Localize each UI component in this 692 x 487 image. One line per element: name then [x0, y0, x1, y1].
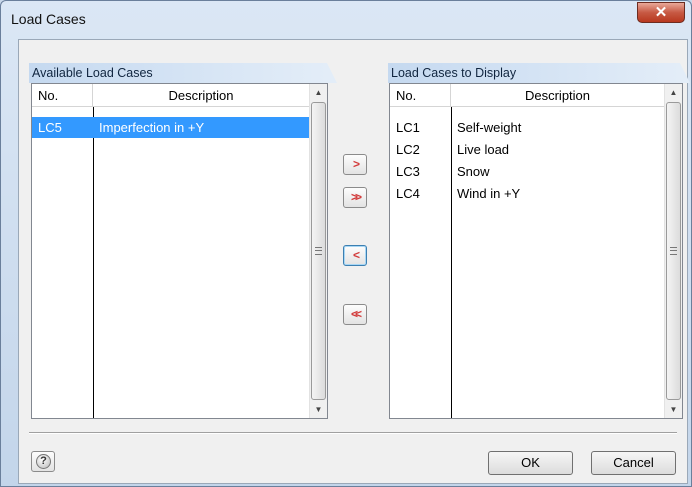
- row-description: Wind in +Y: [457, 186, 521, 201]
- row-no: LC1: [396, 120, 420, 135]
- row-description: Imperfection in +Y: [99, 120, 205, 135]
- scroll-up-arrow-icon[interactable]: ▲: [665, 84, 682, 101]
- display-list[interactable]: No. Description LC1 Self-weight LC2 Live…: [389, 83, 683, 419]
- list-item[interactable]: LC2 Live load: [390, 139, 664, 160]
- scroll-up-arrow-icon[interactable]: ▲: [310, 84, 327, 101]
- ok-button[interactable]: OK: [488, 451, 573, 475]
- column-header-description[interactable]: Description: [451, 84, 664, 107]
- load-cases-dialog: Load Cases ✕ Available Load Cases No. De…: [0, 0, 692, 487]
- column-header-no[interactable]: No.: [390, 84, 451, 107]
- close-button[interactable]: ✕: [637, 2, 685, 23]
- row-description: Snow: [457, 164, 490, 179]
- row-description: Live load: [457, 142, 510, 157]
- grip-icon: [315, 247, 322, 255]
- move-all-left-button[interactable]: <<: [343, 304, 367, 325]
- column-divider: [93, 107, 94, 418]
- available-list-header: No. Description: [32, 84, 309, 107]
- list-item[interactable]: LC3 Snow: [390, 161, 664, 182]
- move-all-right-button[interactable]: >>: [343, 187, 367, 208]
- dialog-title: Load Cases: [11, 11, 86, 27]
- display-group-header: Load Cases to Display: [388, 63, 690, 83]
- list-item[interactable]: LC4 Wind in +Y: [390, 183, 664, 204]
- row-no: LC2: [396, 142, 420, 157]
- move-right-button[interactable]: >: [343, 154, 367, 175]
- double-arrow-right-icon: >>: [350, 190, 362, 204]
- available-list[interactable]: No. Description LC5 Imperfection in +Y ▲…: [31, 83, 328, 419]
- list-item[interactable]: LC5 Imperfection in +Y: [32, 117, 309, 138]
- arrow-left-icon: <: [352, 248, 360, 262]
- footer-separator: [29, 432, 677, 434]
- display-scrollbar[interactable]: ▲ ▼: [664, 84, 682, 418]
- scroll-down-arrow-icon[interactable]: ▼: [310, 401, 327, 418]
- list-item[interactable]: LC1 Self-weight: [390, 117, 664, 138]
- column-header-description[interactable]: Description: [93, 84, 309, 107]
- row-no: LC3: [396, 164, 420, 179]
- grip-icon: [670, 247, 677, 255]
- available-group-header: Available Load Cases: [29, 63, 337, 83]
- scroll-thumb[interactable]: [311, 102, 326, 400]
- row-no: LC5: [38, 120, 62, 135]
- double-arrow-left-icon: <<: [350, 307, 362, 321]
- cancel-button[interactable]: Cancel: [591, 451, 676, 475]
- dialog-body: Available Load Cases No. Description LC5…: [18, 39, 690, 484]
- display-list-header: No. Description: [390, 84, 664, 107]
- help-button[interactable]: ?: [31, 451, 55, 472]
- close-icon: ✕: [654, 4, 668, 21]
- column-header-no[interactable]: No.: [32, 84, 93, 107]
- row-no: LC4: [396, 186, 420, 201]
- available-scrollbar[interactable]: ▲ ▼: [309, 84, 327, 418]
- scroll-thumb[interactable]: [666, 102, 681, 400]
- title-bar[interactable]: Load Cases ✕: [1, 1, 691, 35]
- arrow-right-icon: >: [352, 157, 360, 171]
- row-description: Self-weight: [457, 120, 522, 135]
- move-left-button[interactable]: <: [343, 245, 367, 266]
- scroll-down-arrow-icon[interactable]: ▼: [665, 401, 682, 418]
- help-icon: ?: [36, 454, 51, 469]
